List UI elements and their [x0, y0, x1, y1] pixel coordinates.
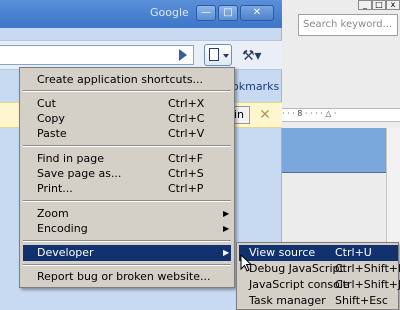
menu-separator [23, 200, 231, 202]
submenu-item-shortcut: Ctrl+Shift+L [335, 262, 400, 275]
address-bar[interactable] [0, 45, 194, 65]
app-restore-button[interactable]: □ [372, 0, 386, 10]
menu-item-shortcut: Ctrl+S [168, 167, 204, 180]
submenu-item-shortcut: Shift+Esc [335, 294, 388, 307]
menu-separator [23, 240, 231, 242]
menu-item-encoding[interactable]: Encoding ▶ [23, 221, 231, 237]
submenu-arrow-icon: ▶ [223, 209, 230, 218]
menu-item-save-page[interactable]: Save page as... Ctrl+S [23, 166, 231, 182]
title-bar: Google — □ ✕ [0, 0, 282, 28]
menu-item-label: Zoom [37, 207, 69, 220]
menu-item-shortcut: Ctrl+X [168, 97, 205, 110]
submenu-item-shortcut: Ctrl+Shift+J [335, 278, 400, 291]
document-header-strip [282, 128, 386, 172]
menu-item-report-bug[interactable]: Report bug or broken website... [23, 269, 231, 285]
divider [282, 172, 386, 173]
submenu-item-label: Task manager [249, 294, 326, 307]
menu-item-label: Copy [37, 112, 65, 125]
app-close-button[interactable]: x [386, 0, 400, 10]
menu-item-shortcut: Ctrl+P [168, 182, 204, 195]
menu-item-label: Create application shortcuts... [37, 73, 204, 86]
menu-item-label: Encoding [37, 222, 88, 235]
submenu-arrow-icon: ▶ [223, 248, 230, 257]
page-menu-icon[interactable] [204, 44, 232, 66]
menu-item-print[interactable]: Print... Ctrl+P [23, 181, 231, 197]
menu-item-label: Report bug or broken website... [37, 270, 211, 283]
bookmarks-label[interactable]: okmarks [232, 80, 279, 93]
infobar-close-icon[interactable]: ✕ [258, 107, 272, 123]
menu-item-label: Paste [37, 127, 67, 140]
search-input[interactable]: Search keyword... [298, 14, 398, 36]
menu-separator [23, 145, 231, 147]
wrench-menu-icon[interactable]: ⚒▾ [242, 48, 272, 64]
brand-label: Google [150, 6, 189, 19]
chevron-down-icon [223, 54, 229, 58]
submenu-arrow-icon: ▶ [223, 224, 230, 233]
developer-submenu: View source Ctrl+U Debug JavaScript Ctrl… [236, 242, 400, 310]
menu-item-copy[interactable]: Copy Ctrl+C [23, 111, 231, 127]
submenu-item-javascript-console[interactable]: JavaScript console Ctrl+Shift+J [239, 277, 400, 293]
menu-separator [23, 90, 231, 92]
toolbar [0, 40, 282, 70]
page-context-menu: Create application shortcuts... Cut Ctrl… [19, 67, 235, 288]
submenu-item-label: Debug JavaScript [249, 262, 344, 275]
menu-item-shortcut: Ctrl+C [168, 112, 205, 125]
play-arrow-icon[interactable] [179, 49, 187, 61]
minimize-button[interactable]: — [196, 5, 216, 21]
submenu-item-view-source[interactable]: View source Ctrl+U [239, 245, 398, 261]
mouse-cursor-icon [240, 254, 253, 272]
submenu-item-label: View source [249, 246, 316, 259]
menu-item-find-in-page[interactable]: Find in page Ctrl+F [23, 151, 231, 167]
menu-item-shortcut: Ctrl+F [168, 152, 204, 165]
menu-item-create-shortcuts[interactable]: Create application shortcuts... [23, 72, 231, 88]
menu-item-label: Find in page [37, 152, 105, 165]
close-button[interactable]: ✕ [240, 5, 274, 21]
menu-item-label: Developer [37, 246, 94, 259]
menu-item-cut[interactable]: Cut Ctrl+X [23, 96, 231, 112]
menu-separator [23, 264, 231, 266]
maximize-button[interactable]: □ [218, 5, 238, 21]
submenu-item-debug-javascript[interactable]: Debug JavaScript Ctrl+Shift+L [239, 261, 400, 277]
menu-item-label: Cut [37, 97, 56, 110]
app-minimize-button[interactable]: _ [358, 0, 372, 10]
menu-item-shortcut: Ctrl+V [168, 127, 205, 140]
submenu-item-shortcut: Ctrl+U [335, 246, 372, 259]
menu-item-label: Save page as... [37, 167, 122, 180]
ruler: · · · 8 · · · · △ · [282, 108, 400, 122]
menu-item-paste[interactable]: Paste Ctrl+V [23, 126, 231, 142]
page-sheet-icon [209, 48, 219, 61]
menu-item-label: Print... [37, 182, 73, 195]
submenu-item-task-manager[interactable]: Task manager Shift+Esc [239, 293, 398, 309]
menu-item-developer[interactable]: Developer ▶ [23, 245, 231, 261]
menu-item-zoom[interactable]: Zoom ▶ [23, 206, 231, 222]
